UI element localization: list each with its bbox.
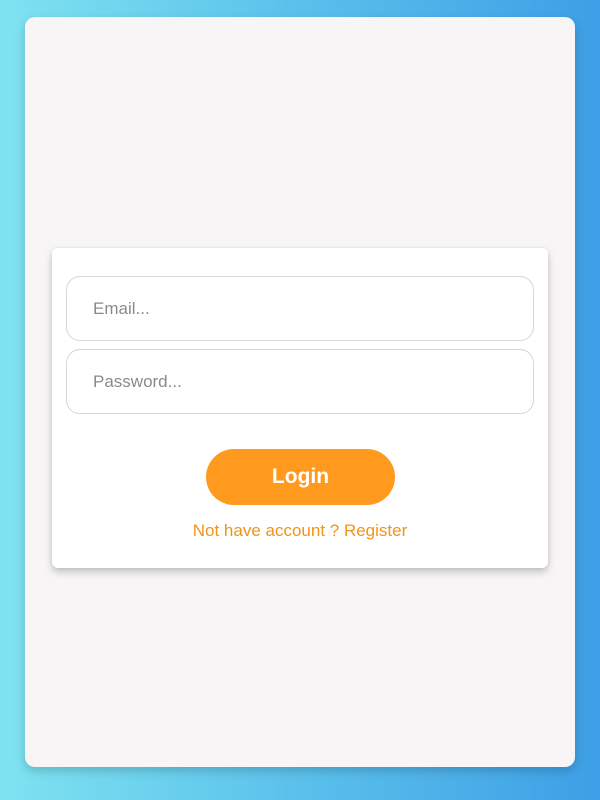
email-field[interactable] xyxy=(66,276,534,341)
app-panel: Login Not have account ? Register xyxy=(25,17,575,767)
login-card: Login Not have account ? Register xyxy=(52,248,548,568)
login-button[interactable]: Login xyxy=(206,449,395,505)
password-field[interactable] xyxy=(66,349,534,414)
register-link[interactable]: Not have account ? Register xyxy=(52,521,548,541)
